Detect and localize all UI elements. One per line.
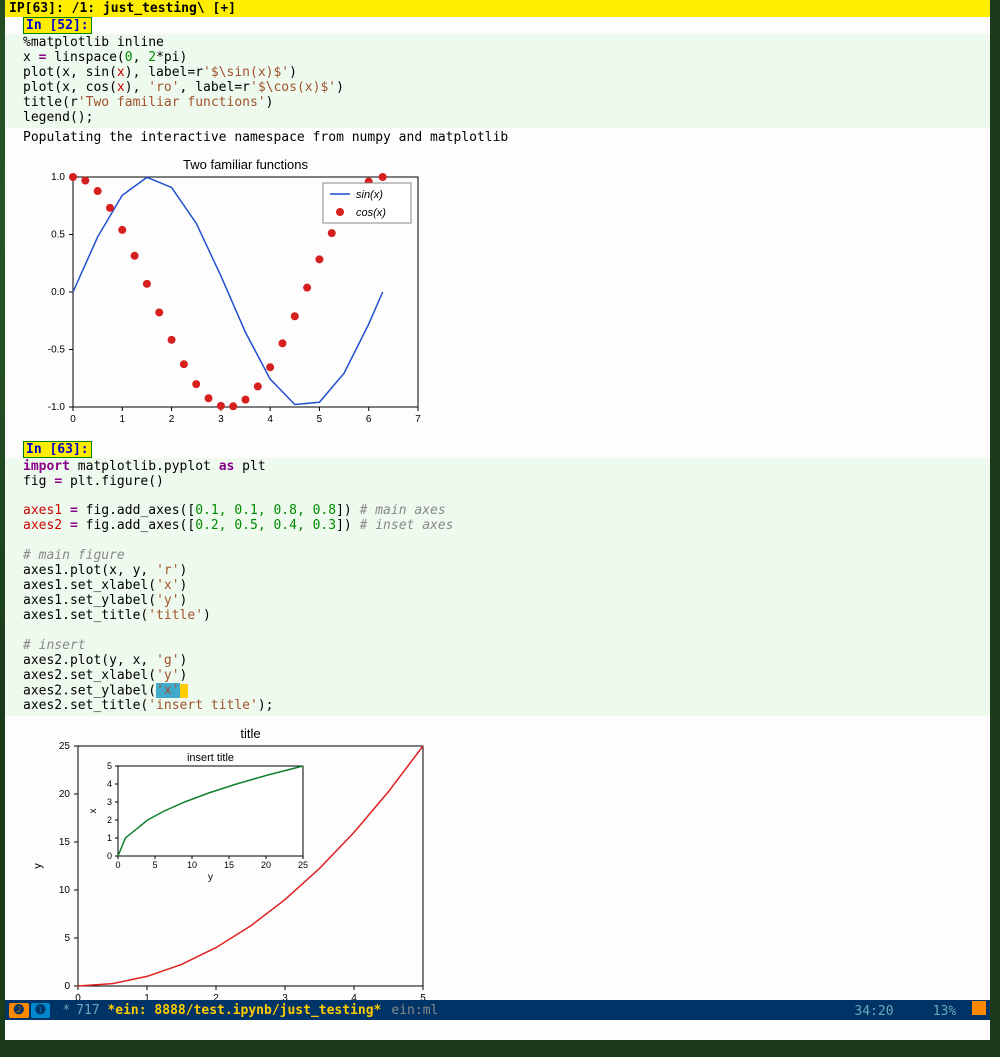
chart-sin-cos: Two familiar functions 0 1 2 3 4 5 6 7 -1.0 -0.5 0.… — [23, 157, 423, 427]
svg-text:1.0: 1.0 — [51, 172, 65, 183]
svg-text:15: 15 — [59, 837, 71, 848]
svg-text:25: 25 — [298, 860, 308, 870]
code-cell-52[interactable]: %matplotlib inline x = linspace(0, 2*pi)… — [5, 34, 990, 128]
cell-prompt-52[interactable]: In [52]: — [23, 17, 92, 34]
svg-text:5: 5 — [64, 933, 70, 944]
svg-text:y: y — [208, 872, 213, 883]
svg-text:5: 5 — [107, 761, 112, 771]
line-number: 717 — [76, 1003, 99, 1018]
svg-text:0: 0 — [70, 414, 76, 425]
svg-text:25: 25 — [59, 741, 71, 752]
scroll-percent: 13% — [933, 1004, 956, 1019]
svg-text:6: 6 — [366, 414, 372, 425]
svg-text:20: 20 — [261, 860, 271, 870]
svg-text:0.0: 0.0 — [51, 287, 65, 298]
code-cell-63[interactable]: import matplotlib.pyplot as plt fig = pl… — [5, 458, 990, 716]
svg-text:5: 5 — [317, 414, 323, 425]
svg-text:3: 3 — [218, 414, 224, 425]
svg-text:4: 4 — [107, 779, 112, 789]
svg-text:-0.5: -0.5 — [48, 344, 66, 355]
svg-text:Two familiar functions: Two familiar functions — [183, 157, 308, 172]
cursor-position-indicator: 34:20 — [854, 1004, 893, 1019]
svg-text:7: 7 — [415, 414, 421, 425]
emacs-window: IP[63]: /1: just_testing\ [+] In [52]: %… — [5, 0, 990, 1040]
cursor-icon — [180, 684, 188, 698]
svg-text:10: 10 — [59, 885, 71, 896]
svg-text:2: 2 — [169, 414, 175, 425]
svg-text:1: 1 — [120, 414, 126, 425]
svg-text:0.5: 0.5 — [51, 229, 65, 240]
chart-1: Two familiar functions 0 1 2 3 4 5 6 7 -1.0 -0.5 0.… — [5, 147, 990, 441]
svg-text:0: 0 — [107, 851, 112, 861]
svg-text:0: 0 — [64, 981, 70, 992]
workspace-badge-2[interactable]: ❷ — [9, 1003, 29, 1018]
svg-text:4: 4 — [267, 414, 273, 425]
svg-text:title: title — [240, 726, 260, 741]
buffer-name[interactable]: *ein: 8888/test.ipynb/just_testing* — [107, 1003, 381, 1018]
cursor-position: 'x' — [156, 683, 179, 698]
titlebar: IP[63]: /1: just_testing\ [+] — [5, 0, 990, 17]
svg-text:0: 0 — [115, 860, 120, 870]
svg-text:1: 1 — [107, 833, 112, 843]
chart-inset: title 0 1 2 3 4 5 0 5 10 15 20 25 x y insert title 0 5 10 1… — [23, 726, 443, 1016]
svg-text:5: 5 — [152, 860, 157, 870]
modeline-end-icon — [972, 1001, 986, 1015]
svg-text:10: 10 — [187, 860, 197, 870]
major-mode: ein:ml — [391, 1003, 438, 1018]
modeline: ❷ ❶ * 717 *ein: 8888/test.ipynb/just_tes… — [5, 1000, 990, 1020]
chart-2: title 0 1 2 3 4 5 0 5 10 15 20 25 x y insert title 0 5 10 1… — [5, 716, 990, 1030]
svg-text:3: 3 — [107, 797, 112, 807]
modified-indicator-icon: * — [62, 1003, 70, 1018]
svg-text:insert title: insert title — [187, 752, 234, 764]
svg-text:2: 2 — [107, 815, 112, 825]
svg-text:15: 15 — [224, 860, 234, 870]
svg-text:sin(x): sin(x) — [356, 189, 383, 201]
cell-output-52: Populating the interactive namespace fro… — [5, 128, 990, 147]
workspace-badge-1[interactable]: ❶ — [31, 1003, 51, 1018]
svg-text:y: y — [32, 863, 44, 869]
cell-prompt-63[interactable]: In [63]: — [23, 441, 92, 458]
svg-text:20: 20 — [59, 789, 71, 800]
svg-text:cos(x): cos(x) — [356, 207, 386, 219]
svg-text:x: x — [88, 809, 99, 814]
buffer-content[interactable]: In [52]: %matplotlib inline x = linspace… — [5, 17, 990, 1030]
svg-text:-1.0: -1.0 — [48, 402, 66, 413]
